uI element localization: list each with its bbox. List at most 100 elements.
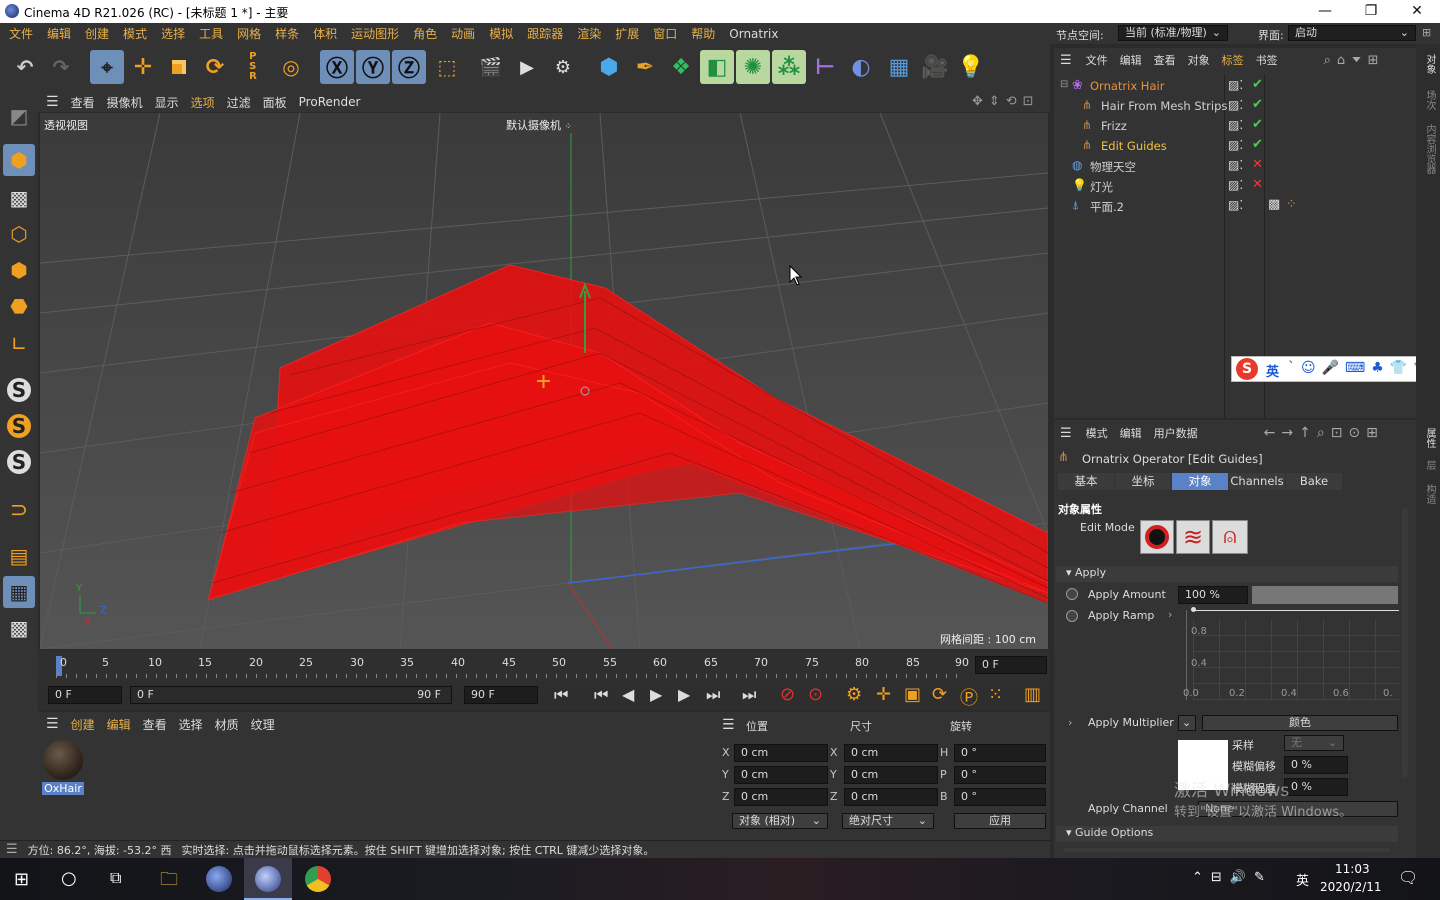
menu-character[interactable]: 角色 bbox=[413, 25, 437, 42]
coord-menu-icon[interactable]: ☰ bbox=[722, 717, 735, 733]
auto-key-icon[interactable]: ⊙ bbox=[808, 684, 823, 705]
menu-tracker[interactable]: 跟踪器 bbox=[527, 25, 563, 42]
attribute-menu-userdata[interactable]: 用户数据 bbox=[1154, 425, 1198, 441]
close-button[interactable]: ✕ bbox=[1394, 0, 1440, 23]
menu-ornatrix[interactable]: Ornatrix bbox=[729, 27, 778, 41]
object-row-physical-sky[interactable]: ◍ 物理天空 ▨⁚ ✕ bbox=[1054, 156, 1416, 176]
menu-simulate[interactable]: 模拟 bbox=[489, 25, 513, 42]
notification-center-icon[interactable]: 🗨 bbox=[1398, 868, 1418, 887]
ramp-knot[interactable] bbox=[1191, 607, 1196, 612]
step-forward-icon[interactable]: ▶ bbox=[678, 685, 690, 704]
z-axis-lock-icon[interactable]: Ⓩ bbox=[392, 50, 426, 84]
apply-ramp-graph[interactable]: 0.8 0.4 0.0 0.2 0.4 0.6 0. bbox=[1183, 607, 1399, 700]
viewport-menu-options[interactable]: 选项 bbox=[191, 94, 215, 111]
tab-coord[interactable]: 坐标 bbox=[1115, 473, 1171, 490]
coord-size-mode-select[interactable]: 绝对尺寸 ⌄ bbox=[842, 813, 934, 829]
default-camera-label[interactable]: 默认摄像机 ⁘ bbox=[506, 117, 572, 133]
windows-start-icon[interactable]: ⊞ bbox=[14, 869, 29, 890]
object-row-plane[interactable]: ⍋ 平面.2 ▨⁚ ▩ ⁘ bbox=[1054, 196, 1416, 216]
menu-create[interactable]: 创建 bbox=[85, 25, 109, 42]
keyframe-selection-icon[interactable]: ⚙ bbox=[846, 684, 862, 705]
enabled-check-icon[interactable]: ✔ bbox=[1252, 97, 1263, 112]
floor-environment-icon[interactable]: ▦ bbox=[882, 50, 916, 84]
record-keys-icon[interactable]: ⊘ bbox=[780, 684, 795, 705]
coord-pos-y-field[interactable]: 0 cm bbox=[734, 766, 828, 784]
key-scale-icon[interactable]: ▣ bbox=[904, 684, 921, 705]
multiplier-expand-icon[interactable]: › bbox=[1068, 716, 1072, 729]
render-settings-icon[interactable]: ⚙ bbox=[546, 50, 580, 84]
menu-mesh[interactable]: 网格 bbox=[237, 25, 261, 42]
viewport-menu-panel[interactable]: 面板 bbox=[263, 94, 287, 111]
apply-amount-anim-icon[interactable] bbox=[1066, 588, 1078, 600]
apply-multiplier-dropdown[interactable]: ⌄ bbox=[1178, 715, 1196, 731]
extrude-generator-icon[interactable]: ◧ bbox=[700, 50, 734, 84]
object-menu-icon[interactable]: ☰ bbox=[1060, 53, 1072, 68]
material-swatch[interactable]: OxHair bbox=[42, 740, 84, 798]
menu-spline[interactable]: 样条 bbox=[275, 25, 299, 42]
y-axis-lock-icon[interactable]: Ⓨ bbox=[356, 50, 390, 84]
side-tab-takes[interactable]: 场次 bbox=[1422, 90, 1437, 110]
material-menu-icon[interactable]: ☰ bbox=[46, 716, 59, 732]
apply-amount-field[interactable]: 100 % bbox=[1178, 586, 1248, 604]
live-selection-icon[interactable]: ⌖ bbox=[90, 50, 124, 84]
sample-select[interactable]: 无 ⌄ bbox=[1284, 735, 1344, 751]
play-icon[interactable]: ▶ bbox=[650, 685, 662, 704]
deformer-icon[interactable]: ⊢ bbox=[808, 50, 842, 84]
goto-end-icon[interactable]: ⏭ bbox=[742, 685, 756, 705]
apply-group-header[interactable]: ▾ Apply bbox=[1056, 566, 1398, 582]
visibility-toggle-icon[interactable]: ▨⁚ bbox=[1228, 98, 1243, 112]
current-frame-field[interactable]: 0 F bbox=[975, 656, 1047, 674]
edit-mode-select-button[interactable] bbox=[1140, 520, 1174, 554]
visibility-toggle-icon[interactable]: ▨⁚ bbox=[1228, 198, 1243, 212]
object-row-ornatrix-hair[interactable]: ⊟ ❀ Ornatrix Hair ▨⁚ ✔ bbox=[1054, 76, 1416, 96]
coordinate-system-icon[interactable]: ⬚ bbox=[430, 50, 464, 84]
subdivision-surface-icon[interactable]: ❖ bbox=[664, 50, 698, 84]
material-menu-material[interactable]: 材质 bbox=[215, 716, 239, 733]
material-tag-icon[interactable]: ⁘ bbox=[1286, 197, 1297, 212]
layout-select[interactable]: 启动 ⌄ bbox=[1288, 25, 1416, 41]
pen-spline-icon[interactable]: ✒ bbox=[628, 50, 662, 84]
goto-next-key-icon[interactable]: ⏭ bbox=[706, 685, 720, 705]
clock-time[interactable]: 11:03 bbox=[1335, 862, 1370, 876]
side-tab-structure[interactable]: 构造 bbox=[1422, 484, 1437, 504]
cinema4d-taskbar-icon[interactable] bbox=[206, 866, 232, 892]
key-rotation-icon[interactable]: ⟳ bbox=[932, 684, 947, 705]
workplane-icon[interactable]: ▤ bbox=[3, 540, 35, 572]
preview-range-slider[interactable]: 0 F 90 F bbox=[130, 686, 452, 704]
coord-rot-b-field[interactable]: 0 ° bbox=[954, 788, 1046, 806]
undo-icon[interactable]: ↶ bbox=[8, 50, 42, 84]
apply-ramp-anim-icon[interactable] bbox=[1066, 610, 1078, 622]
panel-grip-icon[interactable]: ⊞ bbox=[1422, 26, 1431, 39]
multiplier-color-button[interactable]: 颜色 bbox=[1202, 715, 1398, 731]
recent-tools-icon[interactable]: PSR bbox=[236, 50, 270, 84]
attribute-menu-edit[interactable]: 编辑 bbox=[1120, 425, 1142, 441]
object-row-edit-guides[interactable]: ⋔ Edit Guides ▨⁚ ✔ bbox=[1054, 136, 1416, 156]
side-tab-objects[interactable]: 对象 bbox=[1422, 54, 1437, 74]
material-menu-select[interactable]: 选择 bbox=[179, 716, 203, 733]
menu-window[interactable]: 窗口 bbox=[653, 25, 677, 42]
cube-primitive-icon[interactable]: ⬢ bbox=[592, 50, 626, 84]
visibility-toggle-icon[interactable]: ▨⁚ bbox=[1228, 118, 1243, 132]
menu-edit[interactable]: 编辑 bbox=[47, 25, 71, 42]
search-icon[interactable]: ○ bbox=[61, 868, 77, 889]
object-manager-tool-icons[interactable]: ⌕⌂⏷⊞ bbox=[1324, 53, 1385, 68]
move-tool-icon[interactable]: ✛ bbox=[126, 50, 160, 84]
node-space-select[interactable]: 当前 (标准/物理) ⌄ bbox=[1118, 25, 1228, 41]
perspective-viewport[interactable]: Y Z X 透视视图 默认摄像机 ⁘ 网格间距 : 100 cm bbox=[40, 113, 1048, 649]
coord-pos-x-field[interactable]: 0 cm bbox=[734, 744, 828, 762]
coord-pos-z-field[interactable]: 0 cm bbox=[734, 788, 828, 806]
apply-amount-slider[interactable] bbox=[1252, 586, 1398, 604]
menu-help[interactable]: 帮助 bbox=[691, 25, 715, 42]
material-menu-view[interactable]: 查看 bbox=[143, 716, 167, 733]
object-menu-objects[interactable]: 对象 bbox=[1188, 52, 1210, 68]
clock-date[interactable]: 2020/2/11 bbox=[1320, 880, 1382, 894]
start-frame-field[interactable]: 0 F bbox=[48, 686, 122, 704]
menu-animate[interactable]: 动画 bbox=[451, 25, 475, 42]
material-menu-create[interactable]: 创建 bbox=[71, 716, 95, 733]
points-mode-icon[interactable]: ⬡ bbox=[3, 218, 35, 250]
object-menu-file[interactable]: 文件 bbox=[1086, 52, 1108, 68]
collapse-icon[interactable]: ⊟ bbox=[1060, 79, 1068, 90]
viewport-menu-view[interactable]: 查看 bbox=[71, 94, 95, 111]
quantize-icon[interactable]: S bbox=[3, 446, 35, 478]
ime-lang-label[interactable]: 英 bbox=[1266, 361, 1279, 380]
